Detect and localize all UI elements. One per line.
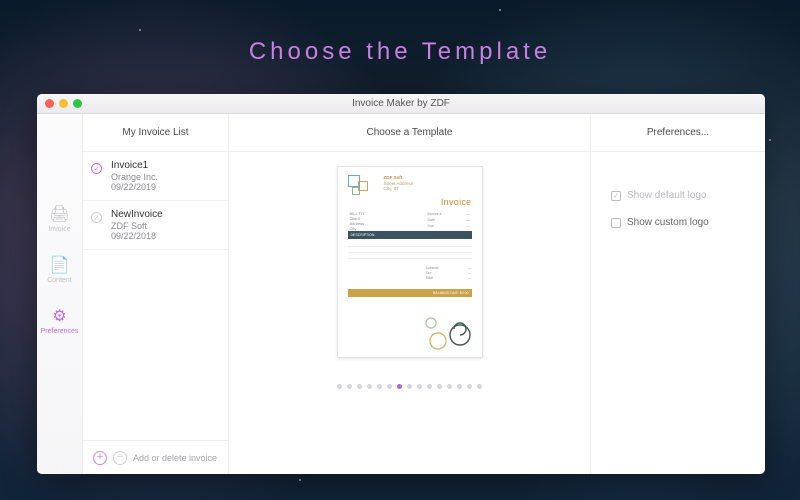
app-window: Invoice Maker by ZDF 🖨 Invoice 📄 Content… <box>37 94 765 474</box>
document-icon: 📄 <box>37 255 82 275</box>
page-dot[interactable] <box>397 384 402 389</box>
template-pagination <box>337 384 482 389</box>
rail-item-label: Invoice <box>48 226 70 233</box>
page-dot[interactable] <box>367 384 372 389</box>
invoice-list-footer: + − Add or delete invoice <box>83 440 228 474</box>
template-header: Choose a Template <box>229 114 590 152</box>
checkbox-icon <box>611 191 621 201</box>
check-icon <box>91 212 102 223</box>
page-dot[interactable] <box>407 384 412 389</box>
rail-item-label: Content <box>47 277 72 284</box>
company-name: ZDF Soft Street Address City, ST <box>384 175 414 192</box>
invoice-date: 09/22/2019 <box>111 182 218 192</box>
page-dot[interactable] <box>437 384 442 389</box>
template-panel: Choose a Template ZDF Soft Street Addres… <box>229 114 591 474</box>
rail-item-label: Preferences <box>41 328 79 335</box>
balance-bar: BALANCE DUE $0.00 <box>348 289 472 297</box>
bill-to: BILL TOClientAddressCity <box>350 211 365 231</box>
page-dot[interactable] <box>417 384 422 389</box>
pref-show-custom-logo[interactable]: Show custom logo <box>611 217 745 228</box>
page-dot[interactable] <box>447 384 452 389</box>
invoice-date: 09/22/2018 <box>111 231 218 241</box>
printer-icon: 🖨 <box>37 204 82 224</box>
invoice-heading: Invoice <box>441 197 472 207</box>
pref-show-default-logo[interactable]: Show default logo <box>611 190 745 201</box>
window-title: Invoice Maker by ZDF <box>37 98 765 109</box>
window-content: 🖨 Invoice 📄 Content ⚙ Preferences My Inv… <box>37 114 765 474</box>
add-invoice-button[interactable]: + <box>93 451 107 465</box>
swirl-icon <box>420 305 478 353</box>
page-dot[interactable] <box>337 384 342 389</box>
preferences-header: Preferences... <box>591 114 765 152</box>
invoice-list-item[interactable]: NewInvoice ZDF Soft 09/22/2018 <box>83 201 228 250</box>
invoice-client: ZDF Soft <box>111 221 218 231</box>
rail-item-content[interactable]: 📄 Content <box>37 255 82 284</box>
nav-rail: 🖨 Invoice 📄 Content ⚙ Preferences <box>37 114 83 474</box>
page-dot[interactable] <box>477 384 482 389</box>
page-dot[interactable] <box>467 384 472 389</box>
page-dot[interactable] <box>457 384 462 389</box>
gear-icon: ⚙ <box>37 306 82 326</box>
invoice-list-item[interactable]: Invoice1 Orange Inc. 09/22/2019 <box>83 152 228 201</box>
pref-label: Show default logo <box>627 190 707 201</box>
line-items <box>348 241 472 259</box>
pref-label: Show custom logo <box>627 217 709 228</box>
template-preview[interactable]: ZDF Soft Street Address City, ST Invoice… <box>337 166 483 358</box>
preferences-panel: Preferences... Show default logo Show cu… <box>591 114 765 474</box>
checkbox-icon <box>611 218 621 228</box>
logo-icon <box>348 175 376 197</box>
delete-invoice-button[interactable]: − <box>113 451 127 465</box>
footer-label: Add or delete invoice <box>133 453 217 463</box>
rail-item-invoice[interactable]: 🖨 Invoice <box>37 204 82 233</box>
invoice-title: Invoice1 <box>111 160 218 171</box>
invoice-list-header: My Invoice List <box>83 114 228 152</box>
invoice-list-panel: My Invoice List Invoice1 Orange Inc. 09/… <box>83 114 229 474</box>
page-dot[interactable] <box>347 384 352 389</box>
titlebar: Invoice Maker by ZDF <box>37 94 765 114</box>
check-icon <box>91 163 102 174</box>
table-header-bar: DESCRIPTION <box>348 231 472 239</box>
rail-item-preferences[interactable]: ⚙ Preferences <box>37 306 82 335</box>
invoice-client: Orange Inc. <box>111 172 218 182</box>
page-dot[interactable] <box>387 384 392 389</box>
invoice-title: NewInvoice <box>111 209 218 220</box>
invoice-meta: Invoice #— Date— Due— <box>428 211 470 229</box>
page-dot[interactable] <box>427 384 432 389</box>
page-dot[interactable] <box>377 384 382 389</box>
page-title: Choose the Template <box>0 38 800 66</box>
page-dot[interactable] <box>357 384 362 389</box>
totals: Subtotal— Tax— Total— <box>426 265 472 281</box>
